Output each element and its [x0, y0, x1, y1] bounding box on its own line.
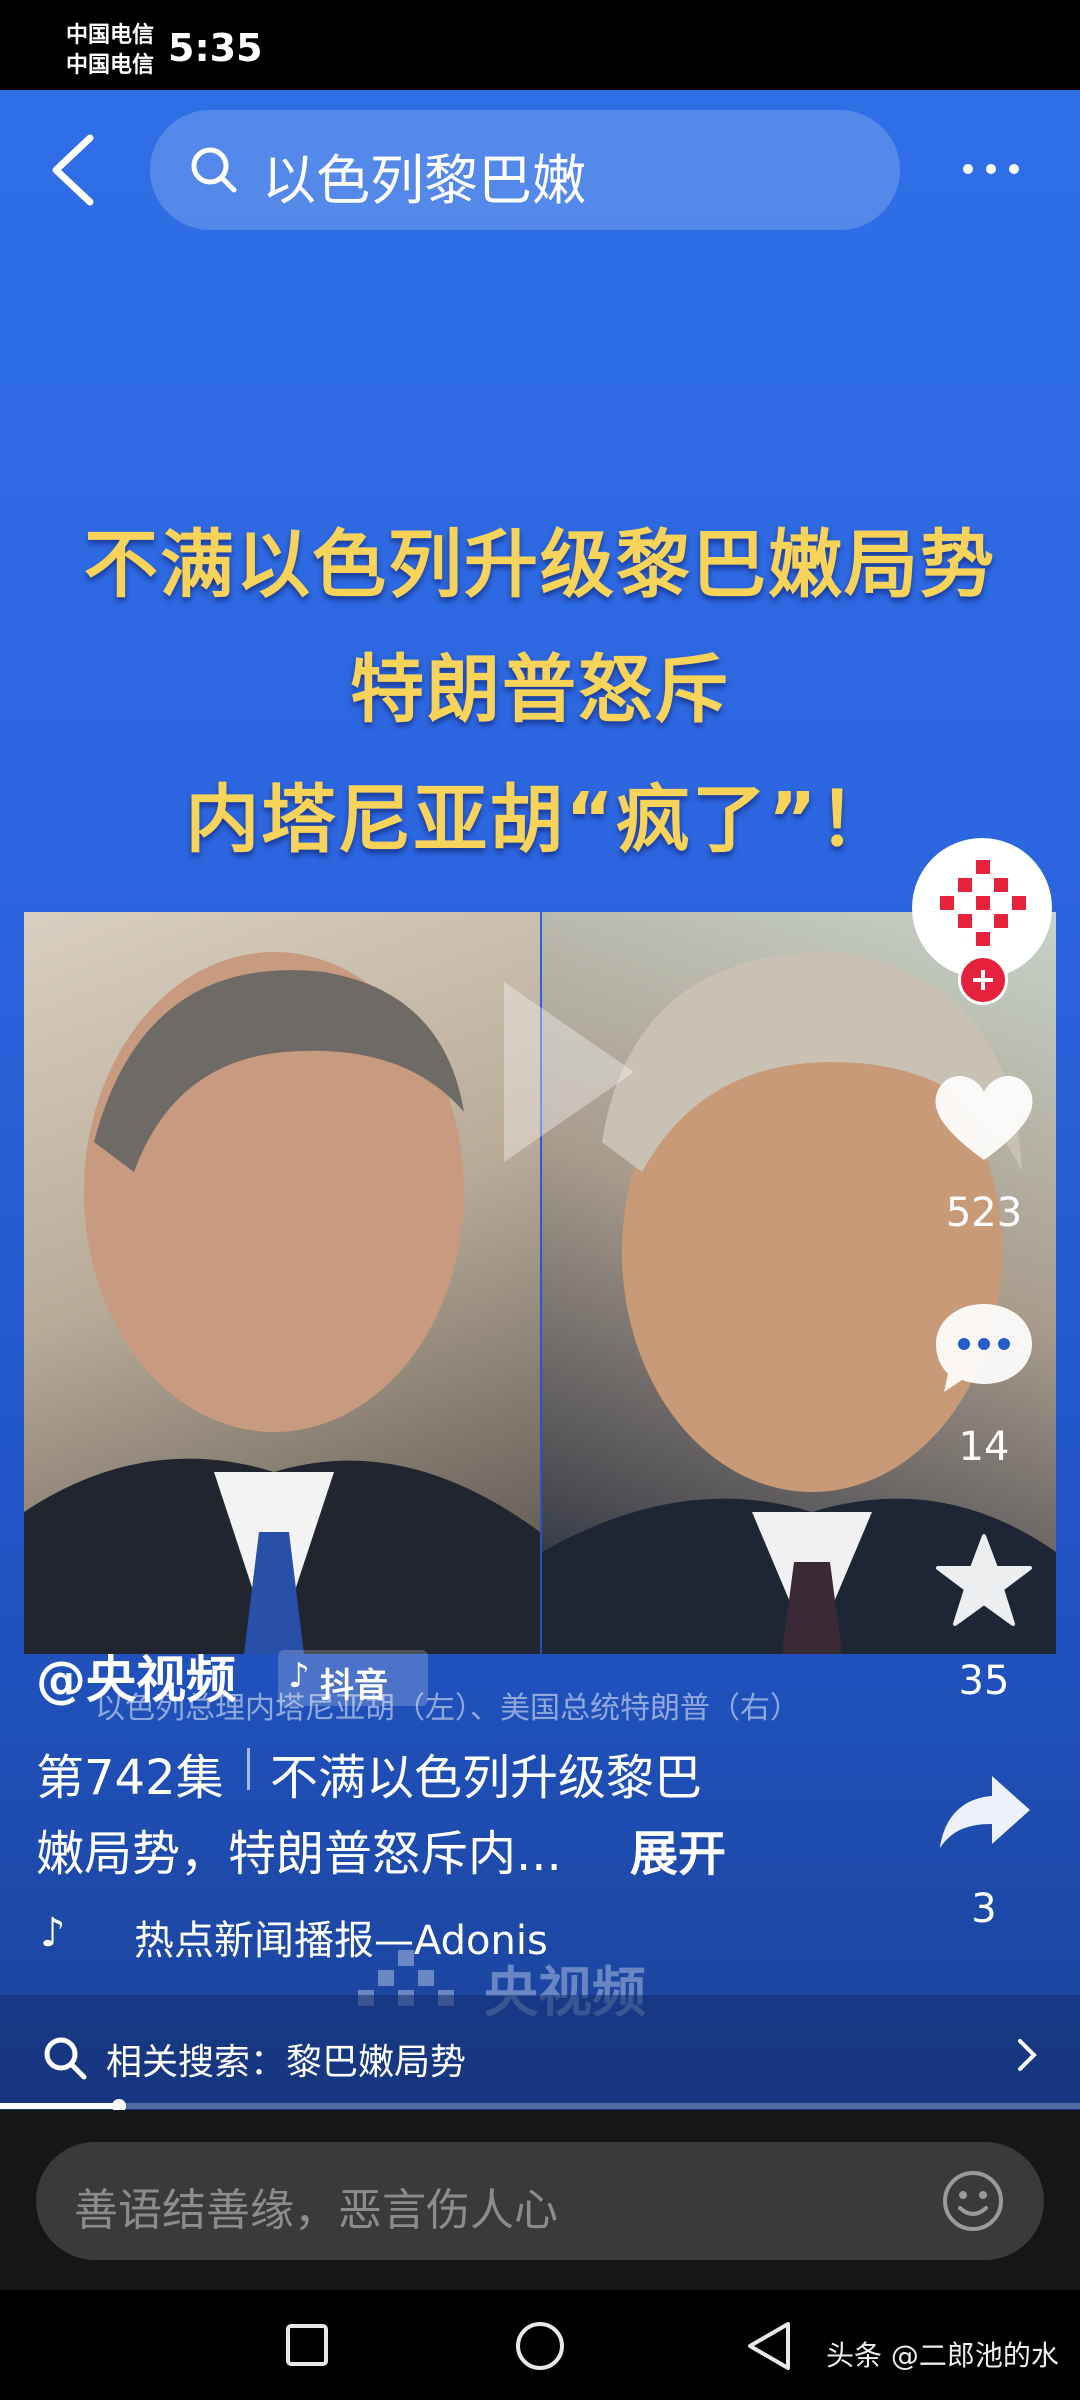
platform-label: 抖音: [320, 1666, 388, 1706]
share-arrow-icon[interactable]: [936, 1772, 1034, 1852]
comment-input[interactable]: 善语结善缘，恶言伤人心: [36, 2142, 1044, 2260]
tiktok-icon: ♪: [288, 1656, 310, 1696]
play-icon[interactable]: [484, 972, 644, 1172]
more-icon[interactable]: [956, 144, 1026, 194]
status-bar: 中国电信 中国电信 5:35: [0, 0, 1080, 90]
like-heart-icon[interactable]: [930, 1068, 1038, 1168]
recents-square-icon[interactable]: [284, 2322, 330, 2372]
expand-button[interactable]: 展开: [630, 1814, 726, 1884]
music-note-icon: ♪: [40, 1910, 66, 1956]
like-count: 523: [945, 1190, 1023, 1236]
emoji-icon[interactable]: [940, 2168, 1006, 2238]
title-divider: [247, 1748, 250, 1790]
comment-icon[interactable]: [932, 1300, 1036, 1396]
comment-count: 14: [958, 1424, 1010, 1470]
back-icon[interactable]: [40, 128, 110, 212]
carrier-label-1: 中国电信: [66, 23, 155, 48]
video-progress-fill: [0, 2103, 119, 2109]
platform-tag: ♪ 抖音: [278, 1650, 428, 1706]
news-photo: [24, 912, 1056, 1654]
system-nav-bar: 头条 @二郎池的水: [0, 2290, 1080, 2400]
episode-label: 第742集: [36, 1750, 224, 1806]
video-title-line-1: 不满以色列升级黎巴: [270, 1750, 703, 1806]
photo-netanyahu: [24, 912, 540, 1654]
share-count: 3: [971, 1886, 997, 1932]
top-bar: 以色列黎巴嫩: [0, 90, 1080, 250]
chevron-right-icon: [1016, 2035, 1040, 2079]
related-search-label: 相关搜索：黎巴嫩局势: [106, 2042, 467, 2083]
back-triangle-icon[interactable]: [744, 2320, 794, 2376]
comment-placeholder: 善语结善缘，恶言伤人心: [74, 2185, 558, 2236]
source-watermark: 头条 @二郎池的水: [826, 2339, 1059, 2372]
headline-line-1: 不满以色列升级黎巴嫩局势: [84, 522, 996, 608]
video-progress-track[interactable]: [0, 2099, 1080, 2113]
status-time: 5:35: [168, 26, 263, 70]
search-query: 以色列黎巴嫩: [262, 149, 586, 212]
related-search-bar[interactable]: 相关搜索：黎巴嫩局势: [0, 1995, 1080, 2115]
home-circle-icon[interactable]: [514, 2320, 566, 2376]
favorite-count: 35: [958, 1658, 1010, 1704]
video-title-line-2: 嫩局势，特朗普怒斥内...: [36, 1826, 562, 1882]
favorite-star-icon[interactable]: [934, 1532, 1034, 1628]
search-icon: [186, 142, 242, 202]
search-box[interactable]: 以色列黎巴嫩: [150, 110, 900, 230]
follow-plus-icon[interactable]: [958, 955, 1008, 1005]
headline-line-2: 特朗普怒斥: [350, 647, 730, 733]
carrier-label-2: 中国电信: [66, 53, 155, 78]
comment-bar: 善语结善缘，恶言伤人心: [0, 2110, 1080, 2290]
related-search-icon: [40, 2033, 90, 2087]
author-name[interactable]: @央视频: [36, 1640, 236, 1712]
